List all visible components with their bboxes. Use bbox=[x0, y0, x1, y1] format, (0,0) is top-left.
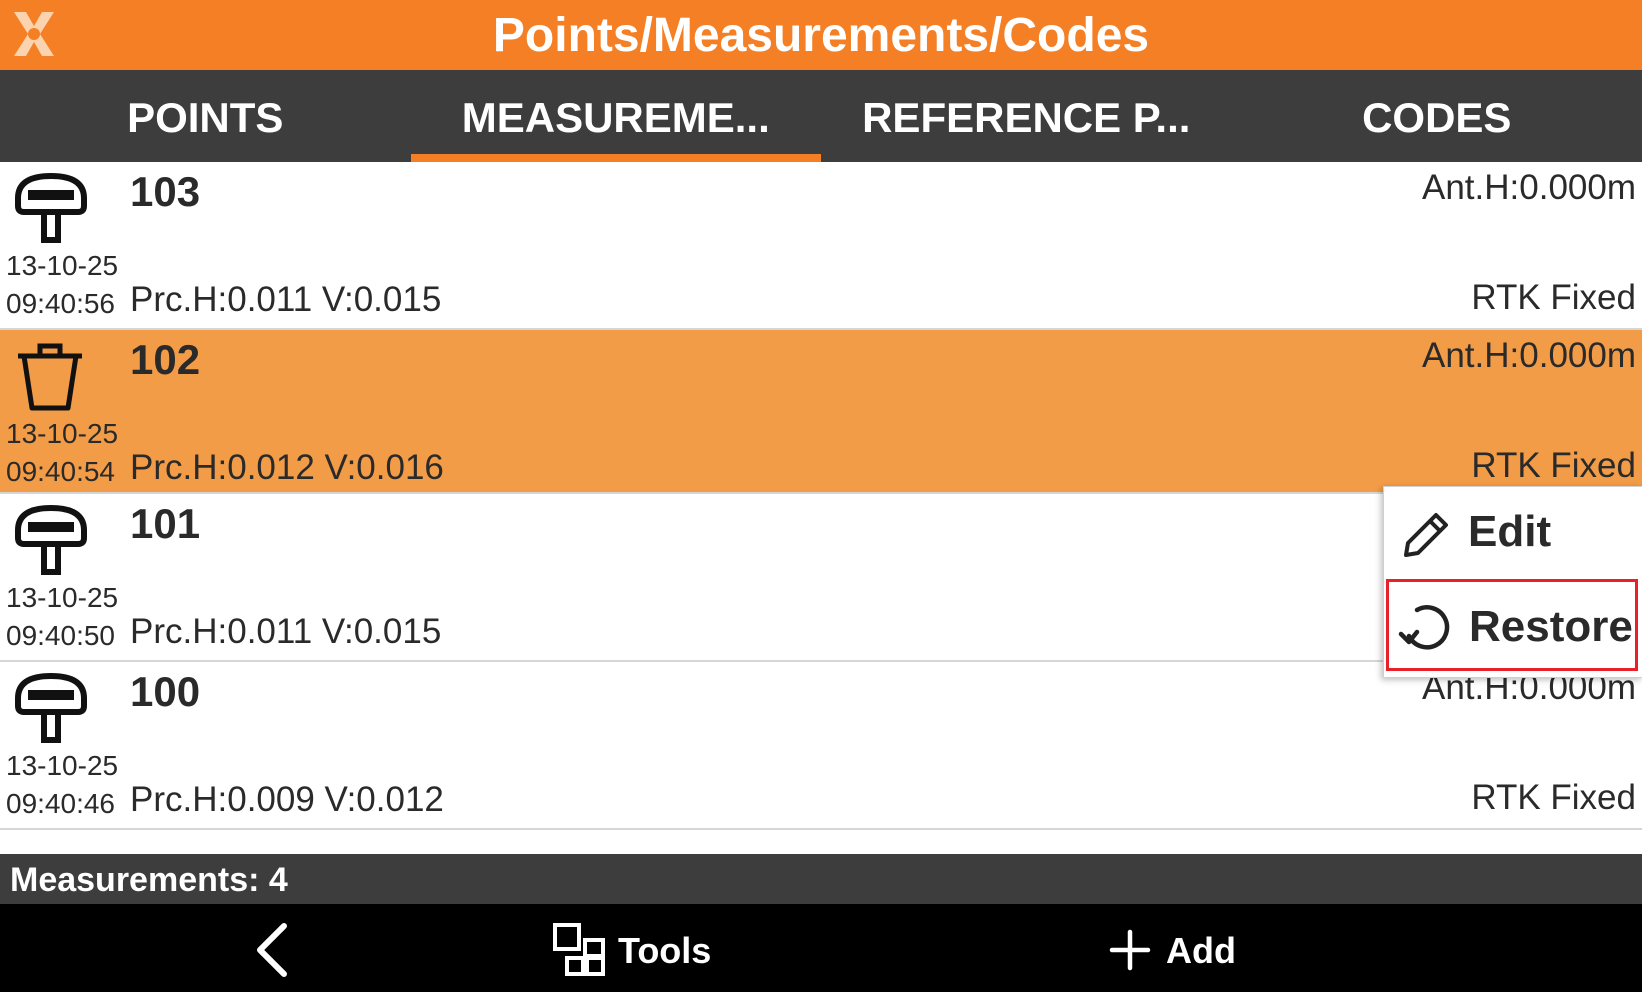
tab-bar: POINTS MEASUREME... REFERENCE P... CODES bbox=[0, 70, 1642, 162]
measurement-date: 13-10-25 bbox=[6, 250, 119, 281]
measurements-count: Measurements: 4 bbox=[0, 854, 1642, 904]
measurement-name: 103 bbox=[130, 168, 201, 215]
antenna-height: Ant.H:0.000m bbox=[1422, 168, 1636, 207]
page-title: Points/Measurements/Codes bbox=[492, 9, 1150, 62]
tab-points[interactable]: POINTS bbox=[0, 70, 411, 162]
tab-codes[interactable]: CODES bbox=[1232, 70, 1642, 162]
list-item[interactable]: 103 13-10-25 09:40:56 Prc.H:0.011 V:0.01… bbox=[0, 162, 1642, 330]
antenna-height: Ant.H:0.000m bbox=[1422, 336, 1636, 375]
restore-icon bbox=[1398, 605, 1450, 650]
fix-status: RTK Fixed bbox=[1471, 778, 1636, 817]
chevron-left-icon[interactable] bbox=[248, 922, 296, 978]
gnss-receiver-icon bbox=[15, 504, 87, 575]
title-bar: Points/Measurements/Codes bbox=[0, 0, 1642, 70]
context-menu: Edit Restore bbox=[1383, 486, 1642, 678]
measurement-precision: Prc.H:0.011 V:0.015 bbox=[130, 280, 442, 319]
measurement-name: 100 bbox=[130, 668, 201, 715]
measurement-time: 09:40:46 bbox=[6, 788, 115, 819]
tab-measurements[interactable]: MEASUREME... bbox=[410, 70, 822, 162]
tools-grid-icon bbox=[553, 923, 605, 976]
measurement-date: 13-10-25 bbox=[6, 582, 119, 613]
measurement-time: 09:40:56 bbox=[6, 288, 115, 319]
measurement-name: 101 bbox=[130, 500, 201, 547]
measurement-precision: Prc.H:0.009 V:0.012 bbox=[130, 780, 444, 819]
measurement-time: 09:40:50 bbox=[6, 620, 115, 651]
fix-status: RTK Fixed bbox=[1471, 278, 1636, 317]
restore-label: Restore bbox=[1469, 602, 1633, 651]
edit-label: Edit bbox=[1468, 507, 1552, 556]
measurement-precision: Prc.H:0.012 V:0.016 bbox=[130, 448, 444, 487]
measurement-name: 102 bbox=[130, 336, 201, 383]
pencil-icon bbox=[1404, 513, 1448, 557]
list-item-deleted[interactable]: 102 13-10-25 09:40:54 Prc.H:0.012 V:0.01… bbox=[0, 330, 1642, 494]
tools-label: Tools bbox=[618, 930, 712, 971]
measurement-date: 13-10-25 bbox=[6, 750, 119, 781]
list-item[interactable]: 100 13-10-25 09:40:46 Prc.H:0.009 V:0.01… bbox=[0, 662, 1642, 830]
restore-menu-item[interactable]: Restore bbox=[1386, 579, 1638, 671]
tab-reference-points[interactable]: REFERENCE P... bbox=[821, 70, 1232, 162]
measurement-date: 13-10-25 bbox=[6, 418, 119, 449]
gnss-receiver-icon bbox=[15, 172, 87, 243]
add-label: Add bbox=[1166, 930, 1236, 971]
trash-icon bbox=[18, 343, 82, 411]
bottom-nav-bar: Tools Add bbox=[0, 904, 1642, 992]
edit-menu-item[interactable]: Edit bbox=[1384, 489, 1640, 577]
fix-status: RTK Fixed bbox=[1471, 446, 1636, 485]
measurement-precision: Prc.H:0.011 V:0.015 bbox=[130, 612, 442, 651]
gnss-receiver-icon bbox=[15, 672, 87, 743]
measurement-time: 09:40:54 bbox=[6, 456, 115, 487]
plus-icon bbox=[1109, 929, 1151, 971]
